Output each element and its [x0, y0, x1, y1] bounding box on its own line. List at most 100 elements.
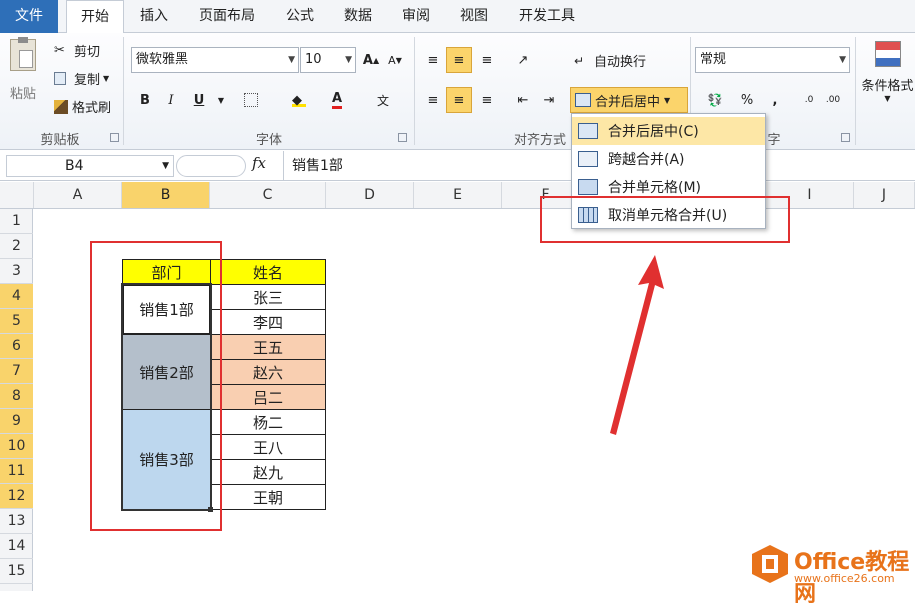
tab-formulas[interactable]: 公式	[274, 0, 326, 33]
row-header-bar: 1 2 3 4 5 6 7 8 9 10 11 12 13 14 15	[0, 209, 33, 591]
increase-decimal-button[interactable]: .0	[798, 89, 820, 111]
increase-indent-button[interactable]: ⇥	[538, 89, 560, 111]
decrease-indent-button[interactable]: ⇤	[512, 89, 534, 111]
name-cell[interactable]: 王五	[210, 334, 326, 360]
tab-page-layout[interactable]: 页面布局	[186, 0, 268, 33]
font-size-combo[interactable]: 10 ▼	[300, 47, 356, 73]
shrink-font-button[interactable]: A ▼	[384, 49, 406, 71]
name-cell[interactable]: 王八	[210, 434, 326, 460]
borders-button[interactable]	[240, 89, 262, 111]
cut-button[interactable]: ✂ 剪切	[54, 41, 100, 60]
conditional-format-button[interactable]: 条件格式 ▼	[860, 41, 915, 103]
merge-center-button[interactable]: 合并后居中 ▼	[570, 87, 688, 113]
format-painter-button[interactable]: 格式刷	[54, 97, 111, 116]
column-header-j[interactable]: J	[854, 182, 915, 208]
align-top-icon: ≡	[427, 52, 439, 68]
row-header[interactable]: 6	[0, 334, 33, 359]
name-cell[interactable]: 张三	[210, 284, 326, 310]
row-header[interactable]: 10	[0, 434, 33, 459]
font-launcher-icon[interactable]	[398, 133, 407, 142]
clipboard-launcher-icon[interactable]	[110, 133, 119, 142]
align-bottom-icon: ≡	[481, 52, 493, 68]
name-cell[interactable]: 吕二	[210, 384, 326, 410]
menu-item-merge-across[interactable]: 跨越合并(A)	[572, 145, 765, 173]
row-header[interactable]: 5	[0, 309, 33, 334]
number-format-combo[interactable]: 常规 ▼	[695, 47, 850, 73]
chevron-down-icon: ▼	[103, 74, 110, 83]
align-middle-button[interactable]: ≡	[446, 47, 472, 73]
row-header[interactable]: 4	[0, 284, 33, 309]
row-header[interactable]: 1	[0, 209, 33, 234]
name-cell[interactable]: 赵九	[210, 459, 326, 485]
name-cell[interactable]: 赵六	[210, 359, 326, 385]
align-top-button[interactable]: ≡	[422, 49, 444, 71]
annotation-arrow	[610, 255, 664, 435]
percent-button[interactable]: %	[736, 89, 758, 111]
format-painter-label: 格式刷	[72, 101, 112, 116]
column-header-a[interactable]: A	[34, 182, 122, 208]
row-header[interactable]: 7	[0, 359, 33, 384]
decrease-decimal-button[interactable]: .00	[822, 89, 844, 111]
row-header[interactable]: 15	[0, 559, 33, 584]
conditional-format-icon	[874, 41, 901, 67]
tab-home[interactable]: 开始	[66, 0, 124, 34]
column-header-d[interactable]: D	[326, 182, 414, 208]
column-header-c[interactable]: C	[210, 182, 326, 208]
merge-cells-icon	[575, 93, 591, 107]
font-name-combo[interactable]: 微软雅黑 ▼	[131, 47, 299, 73]
name-cell[interactable]: 李四	[210, 309, 326, 335]
row-header[interactable]: 13	[0, 509, 33, 534]
grow-font-button[interactable]: A ▲	[360, 49, 382, 71]
select-all-corner[interactable]	[0, 182, 34, 208]
comma-button[interactable]: ,	[764, 89, 786, 111]
row-header[interactable]: 9	[0, 409, 33, 434]
fx-icon[interactable]: fx	[252, 154, 266, 172]
tab-file[interactable]: 文件	[0, 0, 58, 33]
orientation-button[interactable]: ↗	[512, 49, 534, 71]
copy-button[interactable]: 复制 ▼	[54, 69, 109, 88]
text-orientation-icon: ↗	[517, 52, 529, 68]
tab-developer[interactable]: 开发工具	[506, 0, 588, 33]
name-box[interactable]: B4 ▼	[6, 155, 174, 177]
chevron-down-icon: ▼	[345, 55, 352, 65]
paste-button[interactable]: 粘贴	[4, 37, 42, 117]
currency-button[interactable]: 💱	[700, 89, 730, 111]
row-header[interactable]: 12	[0, 484, 33, 509]
formula-splitter[interactable]	[176, 155, 246, 177]
column-header-e[interactable]: E	[414, 182, 502, 208]
row-header[interactable]: 11	[0, 459, 33, 484]
annotation-box	[90, 241, 222, 531]
row-header[interactable]: 3	[0, 259, 33, 284]
underline-icon: U	[193, 92, 205, 108]
column-header-b[interactable]: B	[122, 182, 210, 208]
row-header[interactable]: 8	[0, 384, 33, 409]
align-bottom-button[interactable]: ≡	[476, 49, 498, 71]
name-box-value: B4	[65, 158, 84, 174]
number-launcher-icon[interactable]	[841, 133, 850, 142]
phonetic-button[interactable]: 文	[372, 89, 394, 111]
tab-insert[interactable]: 插入	[128, 0, 180, 33]
align-center-button[interactable]: ≡	[446, 87, 472, 113]
tab-data[interactable]: 数据	[330, 0, 386, 33]
name-cell[interactable]: 杨二	[210, 409, 326, 435]
name-text: 张三	[252, 288, 283, 307]
row-header[interactable]: 2	[0, 234, 33, 259]
align-left-button[interactable]: ≡	[422, 89, 444, 111]
header-cell-name[interactable]: 姓名	[210, 259, 326, 285]
menu-item-merge-center[interactable]: 合并后居中(C)	[572, 117, 765, 145]
row-header[interactable]: 14	[0, 534, 33, 559]
wrap-text-button[interactable]: ↵ 自动换行	[574, 51, 646, 71]
fill-color-button[interactable]: ◆	[288, 89, 310, 111]
underline-dropdown[interactable]: ▼	[210, 89, 232, 111]
tab-view[interactable]: 视图	[448, 0, 500, 33]
name-cell[interactable]: 王朝	[210, 484, 326, 510]
underline-button[interactable]: U	[188, 89, 210, 111]
increase-indent-icon: ⇥	[543, 92, 555, 108]
align-right-button[interactable]: ≡	[476, 89, 498, 111]
font-color-button[interactable]: A	[326, 89, 348, 111]
italic-button[interactable]: I	[160, 89, 182, 111]
tab-review[interactable]: 审阅	[390, 0, 442, 33]
menu-item-label: 合并后居中(C)	[608, 124, 699, 140]
bold-button[interactable]: B	[134, 89, 156, 111]
name-text: 李四	[252, 313, 283, 332]
